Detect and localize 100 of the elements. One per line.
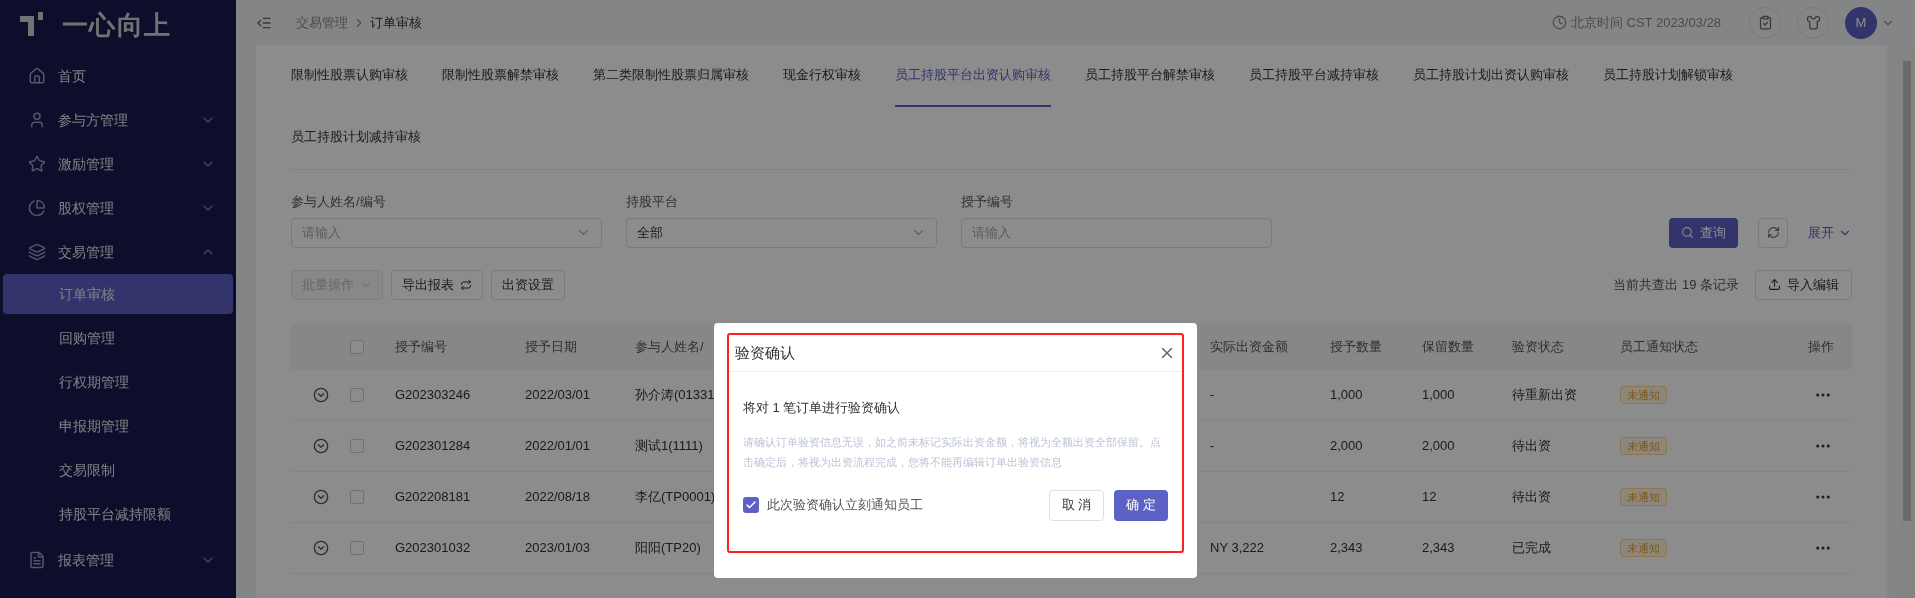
checkbox[interactable] xyxy=(350,540,364,555)
sidebar-item[interactable]: 股权管理 xyxy=(0,186,236,230)
table-cell: 2023/01/03 xyxy=(525,539,591,555)
table-cell: G202301032 xyxy=(395,539,471,555)
sidebar-subitem[interactable]: 回购管理 xyxy=(3,318,233,358)
record-count: 当前共查出 19 条记录 xyxy=(1613,275,1739,294)
sidebar-item[interactable]: 首页 xyxy=(0,54,236,98)
table-cell: 2,000 xyxy=(1422,437,1455,453)
search-icon xyxy=(1681,226,1694,239)
checkbox[interactable] xyxy=(350,339,364,354)
sidebar-item[interactable]: 激励管理 xyxy=(0,142,236,186)
tab[interactable]: 员工持股平台出资认购审核 xyxy=(895,45,1051,107)
table-cell: 已完成 xyxy=(1512,539,1551,555)
table-cell: 李亿(TP0001) xyxy=(635,488,716,504)
checkbox[interactable] xyxy=(350,489,364,504)
sidebar-subitem[interactable]: 持股平台减持限额 xyxy=(3,494,233,534)
status-badge: 未通知 xyxy=(1620,436,1667,455)
sidebar-item[interactable]: 参与方管理 xyxy=(0,98,236,142)
column-header: 授予数量 xyxy=(1330,338,1382,354)
tab[interactable]: 员工持股计划减持审核 xyxy=(291,107,421,169)
confirm-button[interactable]: 确 定 xyxy=(1114,489,1168,521)
dialog-title: 验资确认 xyxy=(735,342,795,363)
status-badge: 未通知 xyxy=(1620,538,1667,557)
expand-link[interactable]: 展开 xyxy=(1808,217,1852,248)
tab[interactable]: 员工持股平台减持审核 xyxy=(1249,45,1379,107)
avatar[interactable]: M xyxy=(1845,6,1877,39)
tab[interactable]: 员工持股平台解禁审核 xyxy=(1085,45,1215,107)
clock-icon xyxy=(1551,15,1567,30)
clipboard-check-icon xyxy=(1757,15,1773,30)
menu-icon xyxy=(28,551,46,569)
table-cell: G202303246 xyxy=(395,386,471,402)
table-cell: - xyxy=(1210,386,1215,402)
status-badge: 未通知 xyxy=(1620,385,1667,404)
sidebar-subitem[interactable]: 申报期管理 xyxy=(3,406,233,446)
tab[interactable]: 限制性股票解禁审核 xyxy=(442,45,559,107)
reset-button[interactable] xyxy=(1758,217,1788,248)
expand-row-icon[interactable] xyxy=(312,539,329,556)
swap-icon xyxy=(460,278,472,291)
table-cell: NY 3,222 xyxy=(1210,539,1264,555)
filter-label: 授予编号 xyxy=(961,193,1014,211)
toolbar-button[interactable]: 导出报表 xyxy=(391,269,483,300)
refresh-icon xyxy=(1766,226,1780,239)
query-button[interactable]: 查询 xyxy=(1669,217,1738,248)
logo-text: 一心向上 xyxy=(62,8,172,42)
table-cell: 2022/08/18 xyxy=(525,488,591,504)
checkbox[interactable] xyxy=(743,497,759,513)
status-badge: 未通知 xyxy=(1620,487,1667,506)
check-icon xyxy=(745,499,757,511)
table-cell: 测试1(1111) xyxy=(635,437,703,453)
sidebar-subitem[interactable]: 交易限制 xyxy=(3,450,233,490)
checkbox-label: 此次验资确认立刻通知员工 xyxy=(767,496,923,515)
expand-row-icon[interactable] xyxy=(312,488,329,505)
tab[interactable]: 员工持股计划解锁审核 xyxy=(1603,45,1733,107)
table-cell: 2022/01/01 xyxy=(525,437,591,453)
menu-icon xyxy=(28,111,46,129)
menu-icon xyxy=(28,155,46,173)
sidebar-item[interactable]: 交易管理 xyxy=(0,230,236,274)
checkbox[interactable] xyxy=(350,438,364,453)
breadcrumb-current: 订单审核 xyxy=(370,13,422,32)
filter-label: 参与人姓名/编号 xyxy=(291,193,387,211)
table-cell: 阳阳(TP20) xyxy=(635,539,701,555)
dialog-note: 请确认订单验资信息无误，如之前未标记实际出资金额，将视为全额出资全部保留。点击确定后，将视为出资流程完成，您将不能再编辑订单出验资信息 xyxy=(743,434,1162,470)
filter-label: 持股平台 xyxy=(626,193,679,211)
tab[interactable]: 现金行权审核 xyxy=(783,45,861,107)
toolbar-button[interactable]: 出资设置 xyxy=(491,269,565,300)
tab[interactable]: 限制性股票认购审核 xyxy=(291,45,408,107)
column-header: 参与人姓名/ xyxy=(635,338,704,354)
select-field[interactable]: 全部 xyxy=(626,217,937,248)
expand-row-icon[interactable] xyxy=(312,437,329,454)
table-cell: 2022/03/01 xyxy=(525,386,591,402)
menu-icon xyxy=(28,199,46,217)
sidebar-subitem[interactable]: 订单审核 xyxy=(3,274,233,314)
table-cell: 待出资 xyxy=(1512,437,1551,453)
tab[interactable]: 员工持股计划出资认购审核 xyxy=(1413,45,1569,107)
table-cell: - xyxy=(1210,437,1215,453)
column-header: 保留数量 xyxy=(1422,338,1474,354)
table-cell: 2,343 xyxy=(1422,539,1455,555)
table-cell: 12 xyxy=(1422,488,1437,504)
column-header: 员工通知状态 xyxy=(1620,338,1698,354)
time-text: 北京时间 CST 2023/03/28 xyxy=(1570,13,1721,32)
column-header: 操作 xyxy=(1808,338,1834,354)
table-cell: 待出资 xyxy=(1512,488,1551,504)
expand-row-icon[interactable] xyxy=(312,386,329,403)
menu-icon xyxy=(28,67,46,85)
table-cell: 12 xyxy=(1330,488,1345,504)
shirt-icon xyxy=(1805,15,1821,30)
checkbox[interactable] xyxy=(350,387,364,402)
tab[interactable]: 第二类限制性股票归属审核 xyxy=(593,45,749,107)
cancel-button[interactable]: 取 消 xyxy=(1048,489,1105,521)
table-cell: 2,000 xyxy=(1330,437,1363,453)
table-cell: 1,000 xyxy=(1422,386,1455,402)
table-cell: G202208181 xyxy=(395,488,471,504)
sidebar-subitem[interactable]: 行权期管理 xyxy=(3,362,233,402)
sidebar-item[interactable]: 报表管理 xyxy=(0,538,236,582)
table-cell: 孙介涛(01331 xyxy=(635,386,715,402)
column-header: 实际出资金额 xyxy=(1210,338,1288,354)
import-button[interactable]: 导入编辑 xyxy=(1755,269,1852,300)
table-cell: 待重新出资 xyxy=(1512,386,1577,402)
dialog-message: 将对 1 笔订单进行验资确认 xyxy=(743,399,902,417)
menu-icon xyxy=(28,243,46,261)
